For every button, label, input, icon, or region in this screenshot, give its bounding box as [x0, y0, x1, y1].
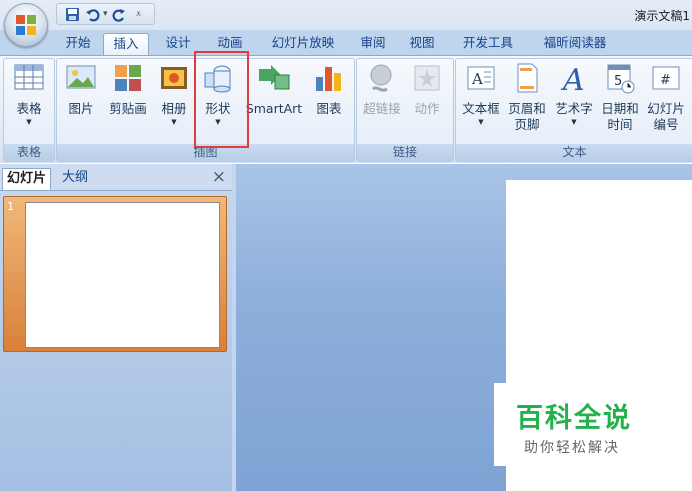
picture-button[interactable]: 图片	[61, 61, 101, 117]
header-footer-label-2: 页脚	[514, 117, 540, 132]
clipart-icon	[115, 65, 141, 91]
slide-number: 1	[7, 200, 14, 213]
office-button[interactable]	[4, 3, 48, 47]
group-tables: 表格 ▼ 表格	[3, 58, 55, 162]
undo-dropdown-icon[interactable]: ▾	[103, 9, 108, 19]
tab-home[interactable]: 开始	[58, 33, 98, 55]
tab-insert[interactable]: 插入	[103, 33, 149, 56]
tab-review[interactable]: 审阅	[353, 33, 393, 55]
wordart-icon: A	[560, 63, 585, 95]
table-label: 表格	[16, 101, 42, 116]
tab-foxit-reader[interactable]: 福昕阅读器	[532, 33, 618, 55]
tab-slide-show[interactable]: 幻灯片放映	[262, 33, 344, 55]
smartart-button[interactable]: SmartArt	[243, 61, 305, 117]
header-footer-icon	[517, 63, 538, 93]
group-links: 超链接 动作 链接	[356, 58, 454, 162]
watermark: 百科全说 助你轻松解决	[494, 383, 692, 466]
ribbon: 表格 ▼ 表格 图片 剪贴画 相册 ▼ 形状 ▼ SmartArt 图表 插图 …	[0, 55, 692, 163]
slide-thumbnail[interactable]	[25, 202, 220, 348]
group-label-tables: 表格	[4, 144, 54, 161]
watermark-subtitle: 助你轻松解决	[524, 440, 620, 456]
date-time-label: 日期和	[601, 101, 639, 116]
slide-number-icon: #	[652, 66, 680, 90]
tab-developer[interactable]: 开发工具	[453, 33, 523, 55]
slide-number-label: 幻灯片	[647, 101, 685, 116]
table-button[interactable]: 表格 ▼	[8, 61, 50, 127]
header-footer-label: 页眉和	[508, 101, 546, 116]
picture-icon	[66, 65, 96, 89]
save-icon[interactable]	[63, 5, 81, 23]
quick-access-toolbar: ▾ ⩡	[56, 3, 155, 25]
slide-number-button[interactable]: # 幻灯片 编号	[643, 61, 689, 133]
svg-text:A: A	[471, 70, 483, 88]
action-label: 动作	[414, 101, 440, 116]
textbox-icon: A	[467, 66, 495, 90]
slides-pane: 幻灯片 大纲 × 1	[0, 164, 233, 491]
hyperlink-icon	[370, 64, 392, 92]
slide-number-label-2: 编号	[653, 117, 679, 132]
smartart-label: SmartArt	[245, 101, 303, 116]
action-icon	[414, 65, 440, 91]
title-bar: ▾ ⩡ 演示文稿1	[0, 0, 692, 30]
slide-thumbnail-selected[interactable]: 1	[3, 196, 227, 352]
chart-button[interactable]: 图表	[309, 61, 349, 117]
wordart-label: 艺术字	[555, 101, 593, 116]
redo-icon[interactable]	[110, 5, 128, 23]
chevron-down-icon: ▼	[26, 118, 32, 126]
chart-icon	[316, 67, 341, 91]
photo-album-icon	[161, 67, 187, 89]
date-time-button[interactable]: 5 日期和 时间	[597, 61, 643, 133]
date-time-label-2: 时间	[607, 117, 633, 132]
date-time-icon: 5	[607, 64, 635, 94]
group-text: A 文本框 ▼ 页眉和 页脚 A 艺术字 ▼ 5 日期和 时间 # 幻灯片 编号…	[455, 58, 692, 162]
tab-slides[interactable]: 幻灯片	[2, 168, 52, 190]
textbox-label: 文本框	[462, 101, 500, 116]
customize-qat-icon[interactable]: ⩡	[130, 5, 148, 23]
pane-tabs: 幻灯片 大纲 ×	[0, 164, 232, 191]
tab-outline[interactable]: 大纲	[58, 168, 92, 189]
clipart-label: 剪贴画	[109, 101, 147, 116]
group-label-text: 文本	[456, 144, 692, 161]
chart-label: 图表	[316, 101, 342, 116]
chevron-down-icon: ▼	[171, 118, 177, 126]
svg-text:#: #	[660, 73, 671, 88]
group-label-links: 链接	[357, 144, 453, 161]
undo-icon[interactable]	[83, 5, 101, 23]
close-icon[interactable]: ×	[212, 167, 226, 187]
clipart-button[interactable]: 剪贴画	[103, 61, 153, 117]
hyperlink-label: 超链接	[363, 101, 401, 116]
picture-label: 图片	[68, 101, 94, 116]
svg-text:5: 5	[614, 74, 622, 89]
tab-view[interactable]: 视图	[402, 33, 442, 55]
chevron-down-icon: ▼	[478, 118, 484, 126]
table-icon	[14, 64, 44, 90]
chevron-down-icon: ▼	[571, 118, 577, 126]
tab-design[interactable]: 设计	[158, 33, 198, 55]
textbox-button[interactable]: A 文本框 ▼	[457, 61, 505, 127]
svg-text:A: A	[560, 63, 585, 95]
action-button[interactable]: 动作	[407, 61, 447, 117]
wordart-button[interactable]: A 艺术字 ▼	[551, 61, 597, 127]
header-footer-button[interactable]: 页眉和 页脚	[504, 61, 550, 133]
ribbon-tabs: 开始 插入 设计 动画 幻灯片放映 审阅 视图 开发工具 福昕阅读器	[0, 30, 692, 56]
photo-album-label: 相册	[161, 101, 187, 116]
office-logo-icon	[16, 15, 36, 35]
watermark-title: 百科全说	[516, 403, 632, 434]
photo-album-button[interactable]: 相册 ▼	[155, 61, 193, 127]
smartart-icon	[259, 65, 290, 90]
shapes-highlight-box	[194, 51, 249, 148]
hyperlink-button[interactable]: 超链接	[359, 61, 405, 117]
window-title: 演示文稿1	[634, 9, 690, 23]
